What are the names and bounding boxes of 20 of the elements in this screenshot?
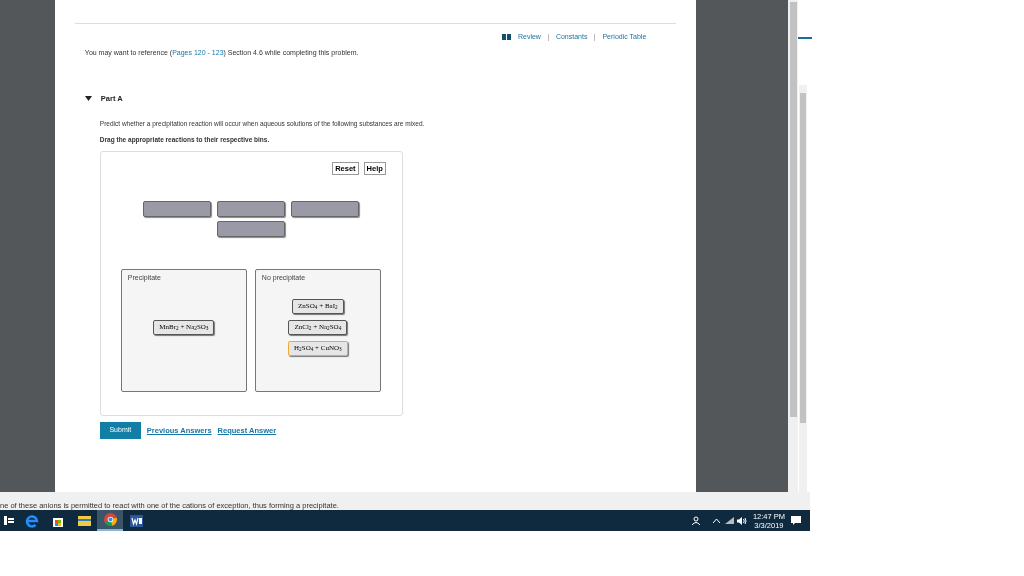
- empty-tile[interactable]: [217, 220, 286, 237]
- person-icon[interactable]: [691, 516, 701, 525]
- book-icon: [501, 34, 511, 41]
- chevron-up-icon[interactable]: [712, 518, 720, 523]
- scrollbar-thumb[interactable]: [789, 2, 797, 417]
- wifi-icon[interactable]: [724, 517, 734, 524]
- empty-tile[interactable]: [143, 200, 212, 217]
- scrollbar-thumb[interactable]: [800, 93, 807, 423]
- browser-e-icon: [25, 513, 39, 528]
- folder-icon: [77, 515, 91, 526]
- task-view-icon[interactable]: [4, 516, 14, 525]
- empty-tile[interactable]: [291, 200, 360, 217]
- empty-tile[interactable]: [217, 200, 286, 217]
- notification-icon[interactable]: [791, 516, 801, 525]
- chrome-circle-icon: [103, 513, 117, 526]
- document-w-icon: [129, 514, 143, 527]
- scrollbar[interactable]: [799, 85, 808, 495]
- caret-icon[interactable]: [84, 96, 92, 102]
- speaker-icon[interactable]: [736, 516, 747, 525]
- scrollbar[interactable]: [788, 0, 799, 492]
